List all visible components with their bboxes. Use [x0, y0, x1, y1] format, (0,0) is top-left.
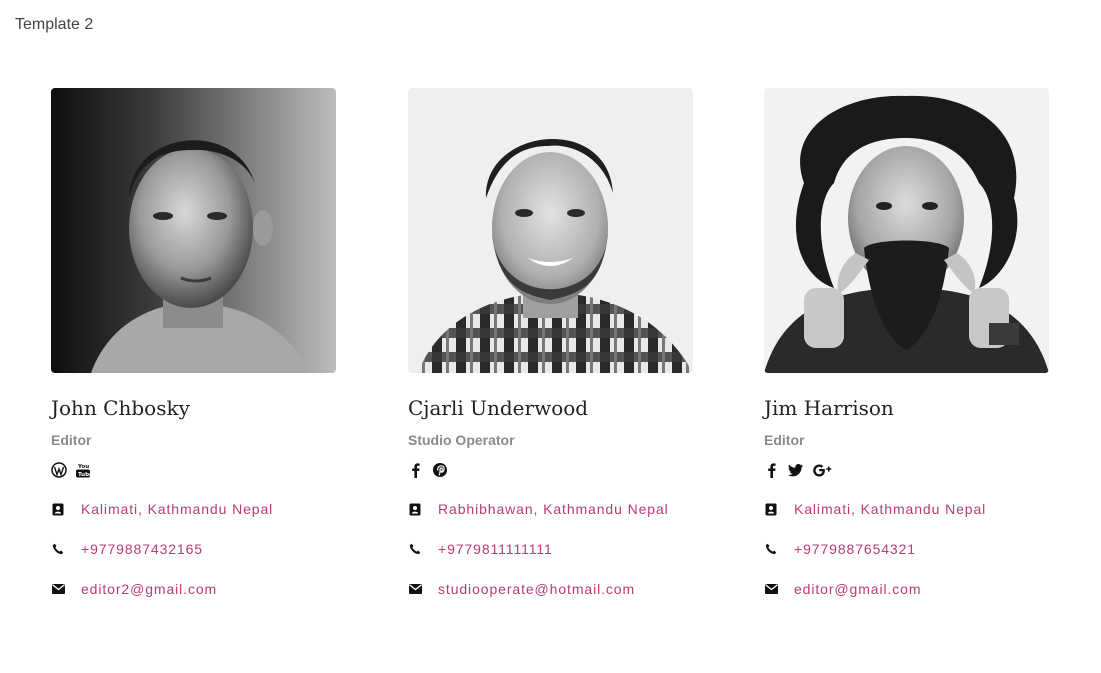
phone-link[interactable]: +9779811111111 — [438, 541, 553, 557]
contact-list: Kalimati, Kathmandu Nepal +9779887432165 — [51, 499, 336, 599]
social-links — [408, 462, 693, 478]
address-row: Kalimati, Kathmandu Nepal — [764, 499, 1049, 519]
pinterest-icon[interactable] — [432, 462, 448, 478]
envelope-icon — [51, 582, 65, 596]
phone-row: +9779811111111 — [408, 539, 693, 559]
phone-icon — [408, 542, 422, 556]
team-grid: John Chbosky Editor You Tube Kalimati, K… — [51, 88, 1051, 628]
member-photo — [408, 88, 693, 373]
google-plus-icon[interactable] — [812, 462, 834, 478]
youtube-icon[interactable]: You Tube — [75, 462, 91, 478]
address-book-icon — [764, 502, 778, 516]
member-role: Editor — [51, 432, 92, 448]
email-row: studiooperate@hotmail.com — [408, 579, 693, 599]
phone-icon — [51, 542, 65, 556]
email-link[interactable]: editor2@gmail.com — [81, 581, 217, 597]
facebook-icon[interactable] — [764, 462, 780, 478]
email-row: editor2@gmail.com — [51, 579, 336, 599]
template-label: Template 2 — [15, 16, 94, 33]
member-name: Jim Harrison — [764, 396, 894, 420]
email-link[interactable]: editor@gmail.com — [794, 581, 921, 597]
wordpress-icon[interactable] — [51, 462, 67, 478]
address-book-icon — [408, 502, 422, 516]
address-row: Rabhibhawan, Kathmandu Nepal — [408, 499, 693, 519]
member-photo — [764, 88, 1049, 373]
envelope-icon — [764, 582, 778, 596]
address-book-icon — [51, 502, 65, 516]
social-links: You Tube — [51, 462, 336, 478]
team-member-card: Jim Harrison Editor Kalimati, Kathmandu … — [764, 88, 1049, 619]
svg-text:You: You — [77, 464, 89, 470]
address-link[interactable]: Kalimati, Kathmandu Nepal — [794, 501, 986, 517]
svg-text:Tube: Tube — [78, 472, 91, 478]
contact-list: Kalimati, Kathmandu Nepal +9779887654321 — [764, 499, 1049, 599]
member-photo — [51, 88, 336, 373]
facebook-icon[interactable] — [408, 462, 424, 478]
member-role: Studio Operator — [408, 432, 515, 448]
phone-row: +9779887432165 — [51, 539, 336, 559]
address-link[interactable]: Rabhibhawan, Kathmandu Nepal — [438, 501, 669, 517]
address-link[interactable]: Kalimati, Kathmandu Nepal — [81, 501, 273, 517]
phone-link[interactable]: +9779887654321 — [794, 541, 916, 557]
email-row: editor@gmail.com — [764, 579, 1049, 599]
phone-row: +9779887654321 — [764, 539, 1049, 559]
email-link[interactable]: studiooperate@hotmail.com — [438, 581, 635, 597]
phone-icon — [764, 542, 778, 556]
team-member-card: John Chbosky Editor You Tube Kalimati, K… — [51, 88, 336, 619]
twitter-icon[interactable] — [788, 462, 804, 478]
member-name: Cjarli Underwood — [408, 396, 589, 420]
member-role: Editor — [764, 432, 805, 448]
contact-list: Rabhibhawan, Kathmandu Nepal +9779811111… — [408, 499, 693, 599]
member-name: John Chbosky — [51, 396, 190, 420]
address-row: Kalimati, Kathmandu Nepal — [51, 499, 336, 519]
phone-link[interactable]: +9779887432165 — [81, 541, 203, 557]
envelope-icon — [408, 582, 422, 596]
team-member-card: Cjarli Underwood Studio Operator Rabhibh… — [408, 88, 693, 619]
social-links — [764, 462, 1049, 478]
